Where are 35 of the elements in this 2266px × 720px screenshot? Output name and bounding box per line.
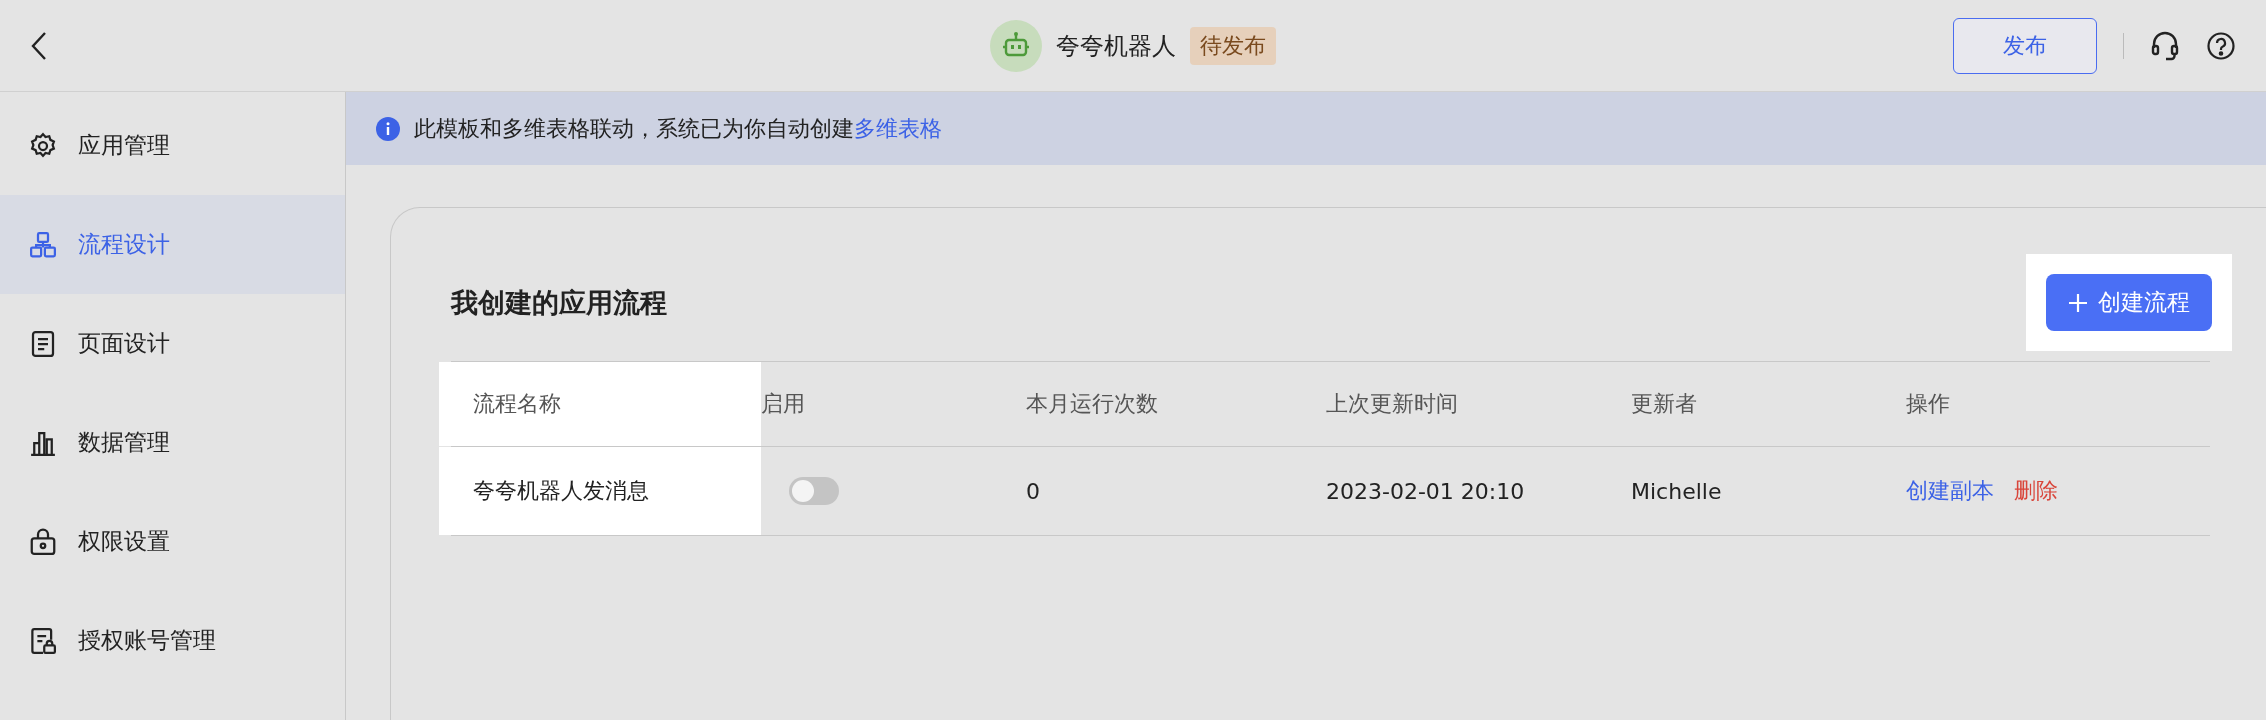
- sidebar-item[interactable]: 应用管理: [0, 96, 345, 195]
- help-icon[interactable]: [2206, 30, 2236, 61]
- info-icon: [376, 116, 400, 141]
- sidebar-item[interactable]: 页面设计: [0, 294, 345, 393]
- delete-link[interactable]: 删除: [2014, 476, 2058, 506]
- status-badge: 待发布: [1190, 26, 1276, 65]
- section-title: 我创建的应用流程: [451, 285, 667, 320]
- app-title: 夸夸机器人: [1056, 30, 1176, 62]
- sidebar-item[interactable]: 流程设计: [0, 195, 345, 294]
- column-header: 本月运行次数: [1026, 390, 1159, 418]
- toggle-switch[interactable]: [789, 477, 839, 505]
- column-header: 启用: [761, 390, 806, 418]
- flow-icon: [28, 229, 58, 260]
- back-icon[interactable]: [30, 30, 48, 61]
- sidebar-item[interactable]: 数据管理: [0, 393, 345, 492]
- column-header: 上次更新时间: [1326, 390, 1459, 418]
- table-cell: 夸夸机器人发消息: [439, 447, 761, 535]
- plus-icon: [2068, 292, 2088, 313]
- headset-icon[interactable]: [2150, 29, 2180, 62]
- sidebar-item[interactable]: 授权账号管理: [0, 591, 345, 690]
- account-lock-icon: [28, 625, 58, 656]
- table-link[interactable]: 多维表格: [854, 115, 942, 141]
- table-cell-text: 0: [1026, 477, 1041, 506]
- publish-button[interactable]: 发布: [1953, 17, 2097, 74]
- lock-icon: [28, 526, 58, 557]
- banner-message: 此模板和多维表格联动，系统已为你自动创建多维表格: [414, 114, 942, 143]
- column-header: 更新者: [1631, 390, 1698, 418]
- table-cell-text: 2023-02-01 20:10: [1326, 477, 1526, 506]
- column-header: 流程名称: [439, 362, 761, 446]
- copy-link[interactable]: 创建副本: [1906, 476, 1994, 506]
- sidebar-item[interactable]: 权限设置: [0, 492, 345, 591]
- table-cell-text: Michelle: [1631, 477, 1723, 506]
- create-flow-button[interactable]: 创建流程: [2046, 274, 2212, 331]
- robot-avatar-icon: [990, 19, 1042, 72]
- column-header: 操作: [1906, 390, 1951, 418]
